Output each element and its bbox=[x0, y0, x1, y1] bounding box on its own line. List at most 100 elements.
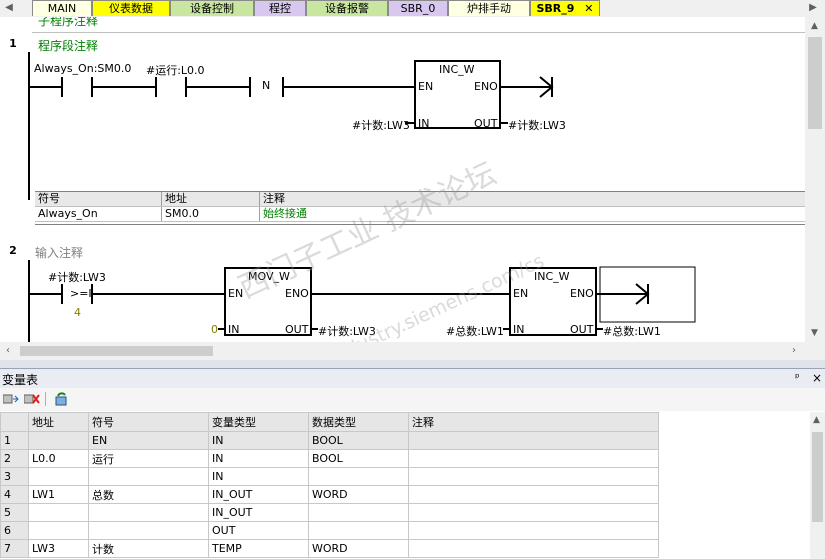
contact-label-run[interactable]: #运行:L0.0 bbox=[146, 62, 205, 78]
cell-address[interactable] bbox=[28, 467, 89, 486]
row-number[interactable]: 7 bbox=[0, 539, 29, 558]
cell-var-type[interactable]: TEMP bbox=[208, 539, 309, 558]
network-comment[interactable]: 输入注释 bbox=[35, 244, 83, 261]
inc-in-operand[interactable]: #总数:LW1 bbox=[446, 323, 504, 339]
tab-equipment-control[interactable]: 设备控制 bbox=[170, 0, 254, 16]
row-number[interactable]: 2 bbox=[0, 449, 29, 468]
cell-comment[interactable] bbox=[408, 539, 659, 558]
row-number[interactable]: 1 bbox=[0, 431, 29, 450]
scroll-thumb[interactable] bbox=[812, 432, 823, 522]
operand-out[interactable]: #计数:LW3 bbox=[508, 117, 566, 133]
refresh-icon[interactable] bbox=[53, 391, 69, 407]
cell-comment[interactable] bbox=[408, 467, 659, 486]
table-row[interactable]: 1 EN IN BOOL bbox=[0, 431, 659, 450]
negative-transition[interactable]: N bbox=[262, 79, 270, 92]
row-number[interactable]: 4 bbox=[0, 485, 29, 504]
cell-data-type[interactable]: BOOL bbox=[308, 449, 409, 468]
cell-address[interactable]: L0.0 bbox=[28, 449, 89, 468]
mov-in-operand[interactable]: 0 bbox=[211, 323, 218, 336]
scroll-up-icon[interactable]: ▲ bbox=[811, 21, 818, 31]
tab-equipment-alarm[interactable]: 设备报警 bbox=[306, 0, 388, 16]
table-row[interactable]: 5 IN_OUT bbox=[0, 503, 659, 522]
cell-data-type[interactable]: WORD bbox=[308, 539, 409, 558]
scroll-left-icon[interactable]: ‹ bbox=[6, 345, 10, 356]
table-row[interactable]: 7 LW3 计数 TEMP WORD bbox=[0, 539, 659, 558]
scroll-right-icon[interactable]: › bbox=[792, 345, 796, 356]
compare-value[interactable]: 4 bbox=[74, 306, 81, 319]
box-title-inc-w[interactable]: INC_W bbox=[439, 63, 475, 76]
tab-sbr0[interactable]: SBR_0 bbox=[388, 0, 448, 16]
variable-table-scrollbar[interactable]: ▲ bbox=[810, 412, 825, 559]
cell-data-type[interactable]: BOOL bbox=[308, 431, 409, 450]
scroll-right-icon[interactable]: ▶ bbox=[806, 1, 820, 15]
pin-out: OUT bbox=[285, 323, 309, 336]
compare-operator[interactable]: >=I bbox=[70, 287, 92, 300]
row-number[interactable]: 5 bbox=[0, 503, 29, 522]
insert-row-icon[interactable] bbox=[2, 393, 19, 405]
cell-data-type[interactable] bbox=[308, 521, 409, 540]
cell-symbol[interactable] bbox=[88, 503, 209, 522]
header-data-type[interactable]: 数据类型 bbox=[308, 412, 409, 432]
header-address[interactable]: 地址 bbox=[28, 412, 89, 432]
cell-var-type[interactable]: IN_OUT bbox=[208, 503, 309, 522]
cell-symbol[interactable] bbox=[88, 467, 209, 486]
operand-in[interactable]: #计数:LW3 bbox=[352, 117, 410, 133]
hscroll-thumb[interactable] bbox=[20, 346, 213, 356]
toolbar-separator bbox=[45, 392, 46, 406]
cell-var-type[interactable]: IN_OUT bbox=[208, 485, 309, 504]
cell-address[interactable]: LW1 bbox=[28, 485, 89, 504]
table-row[interactable]: 4 LW1 总数 IN_OUT WORD bbox=[0, 485, 659, 504]
tab-instrument-data[interactable]: 仪表数据 bbox=[92, 0, 170, 16]
inc-out-operand[interactable]: #总数:LW1 bbox=[603, 323, 661, 339]
pin-icon[interactable]: ᵖ bbox=[795, 371, 800, 384]
tab-sbr9[interactable]: SBR_9 ✕ bbox=[530, 0, 600, 16]
row-number[interactable]: 3 bbox=[0, 467, 29, 486]
tab-grate-manual[interactable]: 炉排手动 bbox=[448, 0, 530, 16]
cell-symbol[interactable]: EN bbox=[88, 431, 209, 450]
cell-var-type[interactable]: IN bbox=[208, 431, 309, 450]
pin-eno: ENO bbox=[570, 287, 594, 300]
scroll-down-icon[interactable]: ▼ bbox=[811, 328, 818, 338]
cell-comment[interactable] bbox=[408, 449, 659, 468]
cell-symbol[interactable] bbox=[88, 521, 209, 540]
cell-data-type[interactable] bbox=[308, 467, 409, 486]
close-icon[interactable]: × bbox=[812, 371, 822, 385]
cell-address[interactable] bbox=[28, 503, 89, 522]
networks-area: 子程序注释 1 程序段注释 Always_On:SM0.0 #运行:L0.0 N… bbox=[0, 17, 805, 342]
cell-comment[interactable] bbox=[408, 503, 659, 522]
table-row[interactable]: 2 L0.0 运行 IN BOOL bbox=[0, 449, 659, 468]
scroll-left-icon[interactable]: ◀ bbox=[2, 1, 16, 15]
horizontal-scrollbar[interactable]: ‹ › bbox=[0, 342, 825, 360]
cell-address[interactable]: LW3 bbox=[28, 539, 89, 558]
scroll-thumb[interactable] bbox=[808, 37, 822, 129]
cell-symbol: Always_On bbox=[35, 207, 162, 221]
cell-comment[interactable] bbox=[408, 431, 659, 450]
header-comment[interactable]: 注释 bbox=[408, 412, 659, 432]
cell-data-type[interactable] bbox=[308, 503, 409, 522]
contact-label-always-on[interactable]: Always_On:SM0.0 bbox=[34, 62, 131, 75]
header-symbol[interactable]: 符号 bbox=[88, 412, 209, 432]
vertical-scrollbar[interactable]: ▲ ▼ bbox=[805, 17, 825, 342]
cell-symbol[interactable]: 运行 bbox=[88, 449, 209, 468]
tab-program-control[interactable]: 程控 bbox=[254, 0, 306, 16]
cell-comment[interactable] bbox=[408, 485, 659, 504]
table-row[interactable]: 3 IN bbox=[0, 467, 659, 486]
cell-var-type[interactable]: IN bbox=[208, 467, 309, 486]
cell-var-type[interactable]: IN bbox=[208, 449, 309, 468]
cell-symbol[interactable]: 计数 bbox=[88, 539, 209, 558]
tab-main[interactable]: MAIN bbox=[32, 0, 92, 16]
table-row[interactable]: 6 OUT bbox=[0, 521, 659, 540]
cell-var-type[interactable]: OUT bbox=[208, 521, 309, 540]
cell-address[interactable] bbox=[28, 431, 89, 450]
panel-splitter[interactable] bbox=[0, 360, 825, 368]
header-var-type[interactable]: 变量类型 bbox=[208, 412, 309, 432]
row-number[interactable]: 6 bbox=[0, 521, 29, 540]
cell-symbol[interactable]: 总数 bbox=[88, 485, 209, 504]
cell-comment[interactable] bbox=[408, 521, 659, 540]
cell-data-type[interactable]: WORD bbox=[308, 485, 409, 504]
close-tab-icon[interactable]: ✕ bbox=[584, 2, 593, 15]
scroll-up-icon[interactable]: ▲ bbox=[813, 415, 820, 425]
delete-row-icon[interactable] bbox=[23, 393, 40, 405]
compare-operand[interactable]: #计数:LW3 bbox=[48, 269, 106, 285]
cell-address[interactable] bbox=[28, 521, 89, 540]
